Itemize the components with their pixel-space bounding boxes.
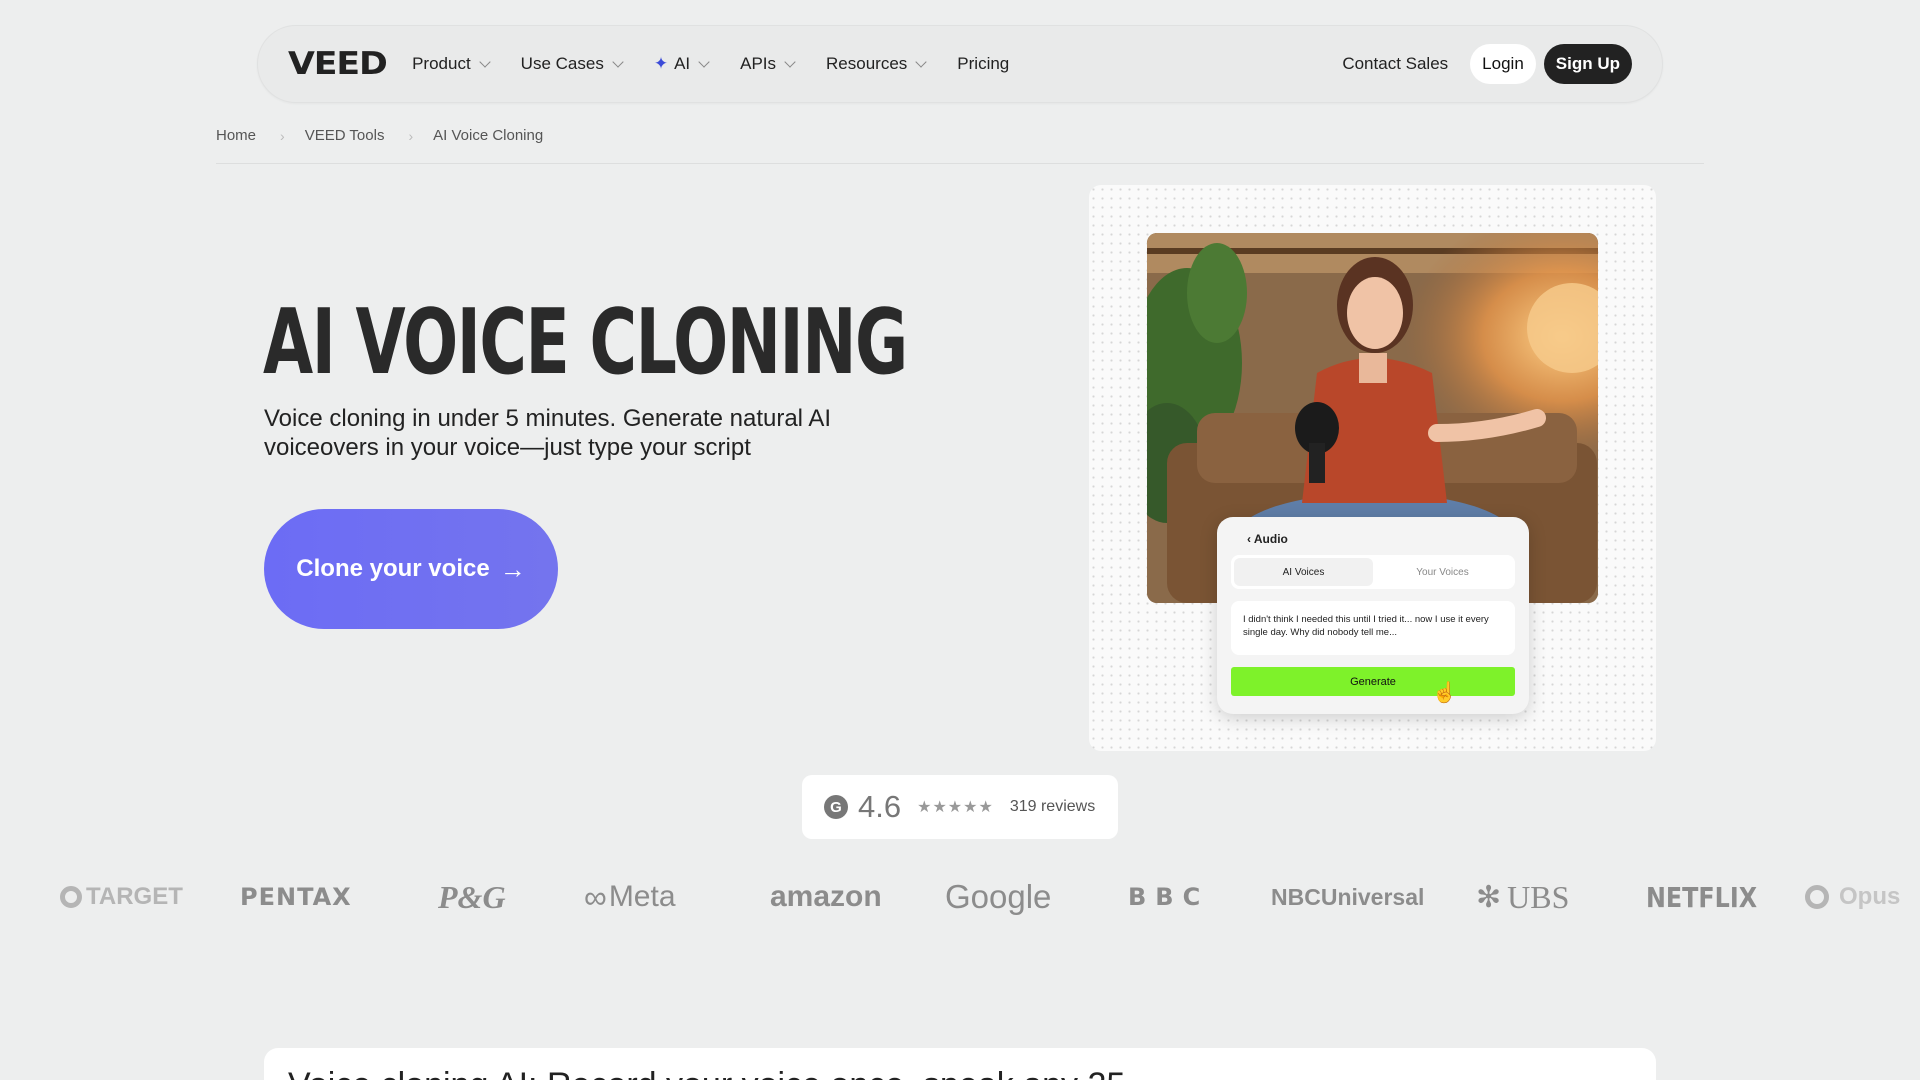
chevron-right-icon: › <box>408 127 414 144</box>
divider <box>216 163 1704 164</box>
bbc-logo-text: BBC <box>1128 883 1210 911</box>
generate-button[interactable]: Generate <box>1231 667 1515 696</box>
meta-logo: ∞ Meta <box>584 872 676 922</box>
nav-resources-label: Resources <box>826 54 908 73</box>
script-input[interactable]: I didn't think I needed this until I tri… <box>1231 601 1515 655</box>
login-button[interactable]: Login <box>1470 44 1536 84</box>
nav-use-cases[interactable]: Use Cases <box>520 54 624 74</box>
chevron-down-icon <box>915 55 927 68</box>
arrow-right-icon: → <box>499 553 526 584</box>
meta-logo-text: Meta <box>608 880 676 913</box>
customer-logos: TARGET PENTAX P&G ∞ Meta amazon Google B… <box>0 872 1920 922</box>
clone-voice-label: Clone your voice <box>296 555 490 582</box>
audio-back-link[interactable]: ‹ Audio <box>1247 532 1288 546</box>
opus-icon <box>1805 885 1829 909</box>
nav-use-cases-label: Use Cases <box>520 54 604 73</box>
netflix-logo: NETFLIX <box>1646 880 1758 914</box>
bbc-logo: BBC <box>1128 872 1209 922</box>
tab-your-voices[interactable]: Your Voices <box>1373 558 1512 586</box>
target-logo: TARGET <box>60 872 183 922</box>
breadcrumb-veed-tools[interactable]: VEED Tools <box>305 127 385 144</box>
contact-sales-link[interactable]: Contact Sales <box>1342 54 1448 74</box>
g2-icon: G <box>824 795 848 819</box>
signup-button[interactable]: Sign Up <box>1543 44 1632 84</box>
nav-apis[interactable]: APIs <box>740 54 796 74</box>
breadcrumb-home[interactable]: Home <box>216 127 256 144</box>
chevron-down-icon <box>784 55 796 68</box>
tab-ai-voices[interactable]: AI Voices <box>1234 558 1373 586</box>
voice-tabs: AI Voices Your Voices <box>1231 555 1515 589</box>
nav-menu: Product Use Cases ✦ AI APIs Resources Pr… <box>412 54 1041 74</box>
opus-logo: Opus <box>1805 872 1900 922</box>
nav-product[interactable]: Product <box>412 54 491 74</box>
page-title: AI VOICE CLONING <box>263 290 908 395</box>
google-logo: Google <box>945 878 1052 915</box>
chevron-down-icon <box>698 55 710 68</box>
chevron-right-icon: › <box>280 127 285 144</box>
top-navbar: VEED Product Use Cases ✦ AI APIs Resourc… <box>257 25 1663 103</box>
sparkle-icon: ✦ <box>653 54 669 73</box>
nav-ai[interactable]: ✦ AI <box>653 54 710 74</box>
nav-product-label: Product <box>412 54 471 73</box>
nav-pricing-label: Pricing <box>957 54 1010 73</box>
clone-voice-button[interactable]: Clone your voice → <box>264 509 558 629</box>
stars-icon: ★★★★★ <box>917 799 994 816</box>
pentax-logo: PENTAX <box>240 883 352 911</box>
target-logo-text: TARGET <box>86 883 183 910</box>
opus-logo-text: Opus <box>1839 883 1901 910</box>
nav-actions: Contact Sales Login Sign Up <box>1342 44 1632 84</box>
ubs-logo-text: UBS <box>1507 878 1570 915</box>
nav-ai-label: AI <box>674 54 691 73</box>
review-count: 319 reviews <box>1009 798 1096 815</box>
breadcrumb-current: AI Voice Cloning <box>433 127 544 144</box>
pointer-cursor-icon: ☝ <box>1432 682 1457 704</box>
amazon-logo: amazon <box>770 880 882 913</box>
rating-badge: G 4.6 ★★★★★ 319 reviews <box>802 775 1118 839</box>
nbcuniversal-logo: NBCUniversal <box>1271 883 1425 910</box>
nav-apis-label: APIs <box>740 54 777 73</box>
rating-score: 4.6 <box>858 789 902 824</box>
meta-infinity-icon: ∞ <box>584 878 607 915</box>
target-icon <box>60 886 82 908</box>
ubs-logo: ✻ UBS <box>1476 872 1569 922</box>
nav-resources[interactable]: Resources <box>826 54 927 74</box>
nav-pricing[interactable]: Pricing <box>957 54 1009 74</box>
breadcrumb: Home › VEED Tools › AI Voice Cloning <box>216 127 543 144</box>
pg-logo: P&G <box>438 878 506 915</box>
audio-panel: ‹ Audio AI Voices Your Voices I didn't t… <box>1217 517 1529 714</box>
veed-logo[interactable]: VEED <box>288 46 388 82</box>
features-card: Voice cloning AI: Record your voice once… <box>264 1048 1656 1080</box>
ubs-keys-icon: ✻ <box>1476 880 1502 914</box>
features-heading: Voice cloning AI: Record your voice once… <box>288 1066 1125 1080</box>
chevron-down-icon <box>612 55 624 68</box>
chevron-down-icon <box>479 55 491 68</box>
hero-subtitle: Voice cloning in under 5 minutes. Genera… <box>264 405 832 461</box>
